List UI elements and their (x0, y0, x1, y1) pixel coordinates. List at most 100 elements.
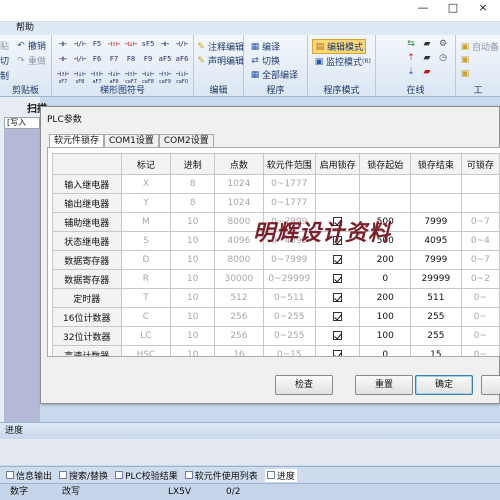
menu-help[interactable]: 帮助 (16, 22, 34, 35)
minimize-icon[interactable]: — (408, 0, 438, 16)
device-end-cell[interactable] (410, 193, 462, 213)
device-end-cell[interactable]: 7999 (410, 212, 462, 232)
device-end-cell[interactable]: 7999 (410, 250, 462, 270)
copy-button[interactable]: 制 (0, 69, 9, 82)
tab-com1-settings[interactable]: COM1设置 (104, 134, 159, 147)
ok-button[interactable]: 确定 (415, 375, 473, 395)
latch-enable-cell[interactable] (314, 307, 361, 327)
compile-button[interactable]: ▦ 编译 (250, 40, 280, 54)
ladder-symbol-button[interactable]: ⊣/⊢ (175, 38, 189, 51)
column-header: 点数 (214, 153, 264, 175)
compile-all-button[interactable]: ▦ 全部编译 (250, 68, 298, 82)
tab-device-latch[interactable]: 软元件锁存 (49, 134, 105, 148)
device-start-cell[interactable]: 100 (359, 326, 412, 346)
latch-checkbox[interactable] (333, 312, 343, 321)
ladder-symbol-button[interactable]: sF5 (141, 38, 155, 51)
plc-device-icon[interactable]: ▰ (422, 39, 434, 49)
device-name-cell: 辅助继电器 (52, 212, 122, 232)
ladder-symbol-button[interactable]: ⊣⊢ (56, 53, 70, 66)
search-replace-icon (59, 471, 68, 479)
ladder-symbol-button[interactable]: ⊣/⊢ (73, 53, 87, 66)
device-start-cell[interactable]: 200 (359, 288, 412, 308)
device-start-cell[interactable] (359, 193, 412, 213)
ladder-symbol-button[interactable]: F9 (141, 53, 155, 66)
plc-run-icon[interactable]: ▰ (422, 53, 434, 63)
ladder-symbol-button[interactable]: ⊣⊢ (56, 38, 70, 51)
latch-checkbox[interactable] (333, 350, 343, 356)
ladder-symbol-button[interactable]: F8 (124, 53, 138, 66)
upload-icon[interactable]: ⇡ (406, 53, 418, 63)
device-can-cell: 0~4 (460, 231, 500, 251)
redo-button[interactable]: ↷ 重做 (16, 54, 46, 68)
settings-gear-icon[interactable]: ⚙ (438, 39, 450, 49)
ladder-symbol-button[interactable]: aF6 (175, 53, 189, 66)
latch-checkbox[interactable] (333, 331, 343, 340)
latch-enable-cell[interactable] (314, 193, 361, 213)
latch-enable-cell[interactable] (314, 269, 361, 289)
switch-button[interactable]: ⇄ 切换 (250, 54, 280, 68)
ladder-symbol-button[interactable]: ⊣/⊢ (73, 38, 87, 51)
ladder-symbol-button[interactable]: F7 (107, 53, 121, 66)
device-start-cell[interactable]: 100 (359, 307, 412, 327)
device-start-cell[interactable]: 0 (359, 269, 412, 289)
ladder-work-area[interactable] (4, 129, 40, 422)
ladder-symbol-button[interactable]: F6 (90, 53, 104, 66)
connect-icon[interactable]: ⇆ (406, 39, 418, 49)
ribbon-group-label: 在线 (406, 86, 425, 96)
undo-button[interactable]: ↶ 撤销 (16, 39, 46, 53)
plc-stop-icon[interactable]: ▰ (422, 67, 434, 77)
ladder-symbol-button[interactable]: ⊣↓⊢ (124, 38, 138, 51)
padlock-icon: ▣ (460, 55, 470, 65)
monitor-mode-button[interactable]: ▣ 监控模式 (R) (314, 55, 371, 69)
edit-mode-button[interactable]: ▤ 编辑模式 (312, 39, 367, 54)
latch-enable-cell[interactable] (314, 345, 361, 356)
tab-com2-settings[interactable]: COM2设置 (158, 134, 214, 147)
statement-edit-button[interactable]: ✎ 声明编辑 (196, 54, 244, 68)
latch-checkbox[interactable] (333, 274, 343, 283)
ladder-symbol-button[interactable]: ⊣↑⊢ (107, 38, 121, 51)
latch-checkbox[interactable] (333, 255, 343, 264)
tab-info-output[interactable]: 信息输出 (6, 469, 52, 482)
device-start-cell[interactable] (359, 174, 412, 194)
reset-button[interactable]: 重置 (355, 375, 413, 395)
latch-checkbox[interactable] (333, 293, 343, 302)
latch-enable-cell[interactable] (314, 326, 361, 346)
device-end-cell[interactable]: 15 (410, 345, 462, 356)
undo-icon: ↶ (17, 40, 25, 51)
device-end-cell[interactable]: 29999 (410, 269, 462, 289)
device-end-cell[interactable]: 511 (410, 288, 462, 308)
cut-button[interactable]: 切 (0, 54, 9, 67)
latch-enable-cell[interactable] (314, 288, 361, 308)
write-subtab[interactable]: [写入 (4, 117, 40, 129)
device-end-cell[interactable] (410, 174, 462, 194)
paste-button[interactable]: 贴 (0, 39, 9, 52)
download-icon[interactable]: ⇣ (406, 67, 418, 77)
device-start-cell[interactable]: 0 (359, 345, 412, 356)
close-icon[interactable]: × (468, 0, 498, 16)
cancel-button-partial[interactable] (481, 375, 500, 395)
device-mark-cell: X (120, 174, 172, 194)
tab-progress[interactable]: 进度 (264, 468, 297, 482)
clock-icon[interactable]: ◷ (438, 53, 450, 63)
maximize-icon[interactable]: □ (438, 0, 468, 16)
tool-button[interactable]: ▣ (460, 69, 472, 79)
ladder-symbol-button[interactable]: ⊣⊢ (158, 38, 172, 51)
device-end-cell[interactable]: 4095 (410, 231, 462, 251)
tab-plc-verify[interactable]: PLC校验结果 (115, 469, 178, 482)
comment-edit-button[interactable]: ✎ 注释编辑 (196, 40, 244, 54)
device-end-cell[interactable]: 255 (410, 307, 462, 327)
latch-enable-cell[interactable] (314, 250, 361, 270)
tab-search-replace[interactable]: 搜索/替换 (59, 469, 108, 482)
tab-device-usage[interactable]: 软元件使用列表 (184, 469, 258, 482)
lock-button[interactable]: ▣ (460, 55, 472, 65)
latch-enable-cell[interactable] (314, 174, 361, 194)
auto-save-button[interactable]: ▣ 自动备 (460, 40, 499, 54)
device-points-cell: 1024 (214, 193, 264, 213)
ladder-symbol-button[interactable]: F5 (90, 38, 104, 51)
device-range-cell: 0~29999 (262, 269, 316, 289)
device-start-cell[interactable]: 200 (359, 250, 412, 270)
column-header: 软元件范围 (262, 153, 316, 175)
device-end-cell[interactable]: 255 (410, 326, 462, 346)
check-button[interactable]: 检查 (275, 375, 333, 395)
ladder-symbol-button[interactable]: aF5 (158, 53, 172, 66)
